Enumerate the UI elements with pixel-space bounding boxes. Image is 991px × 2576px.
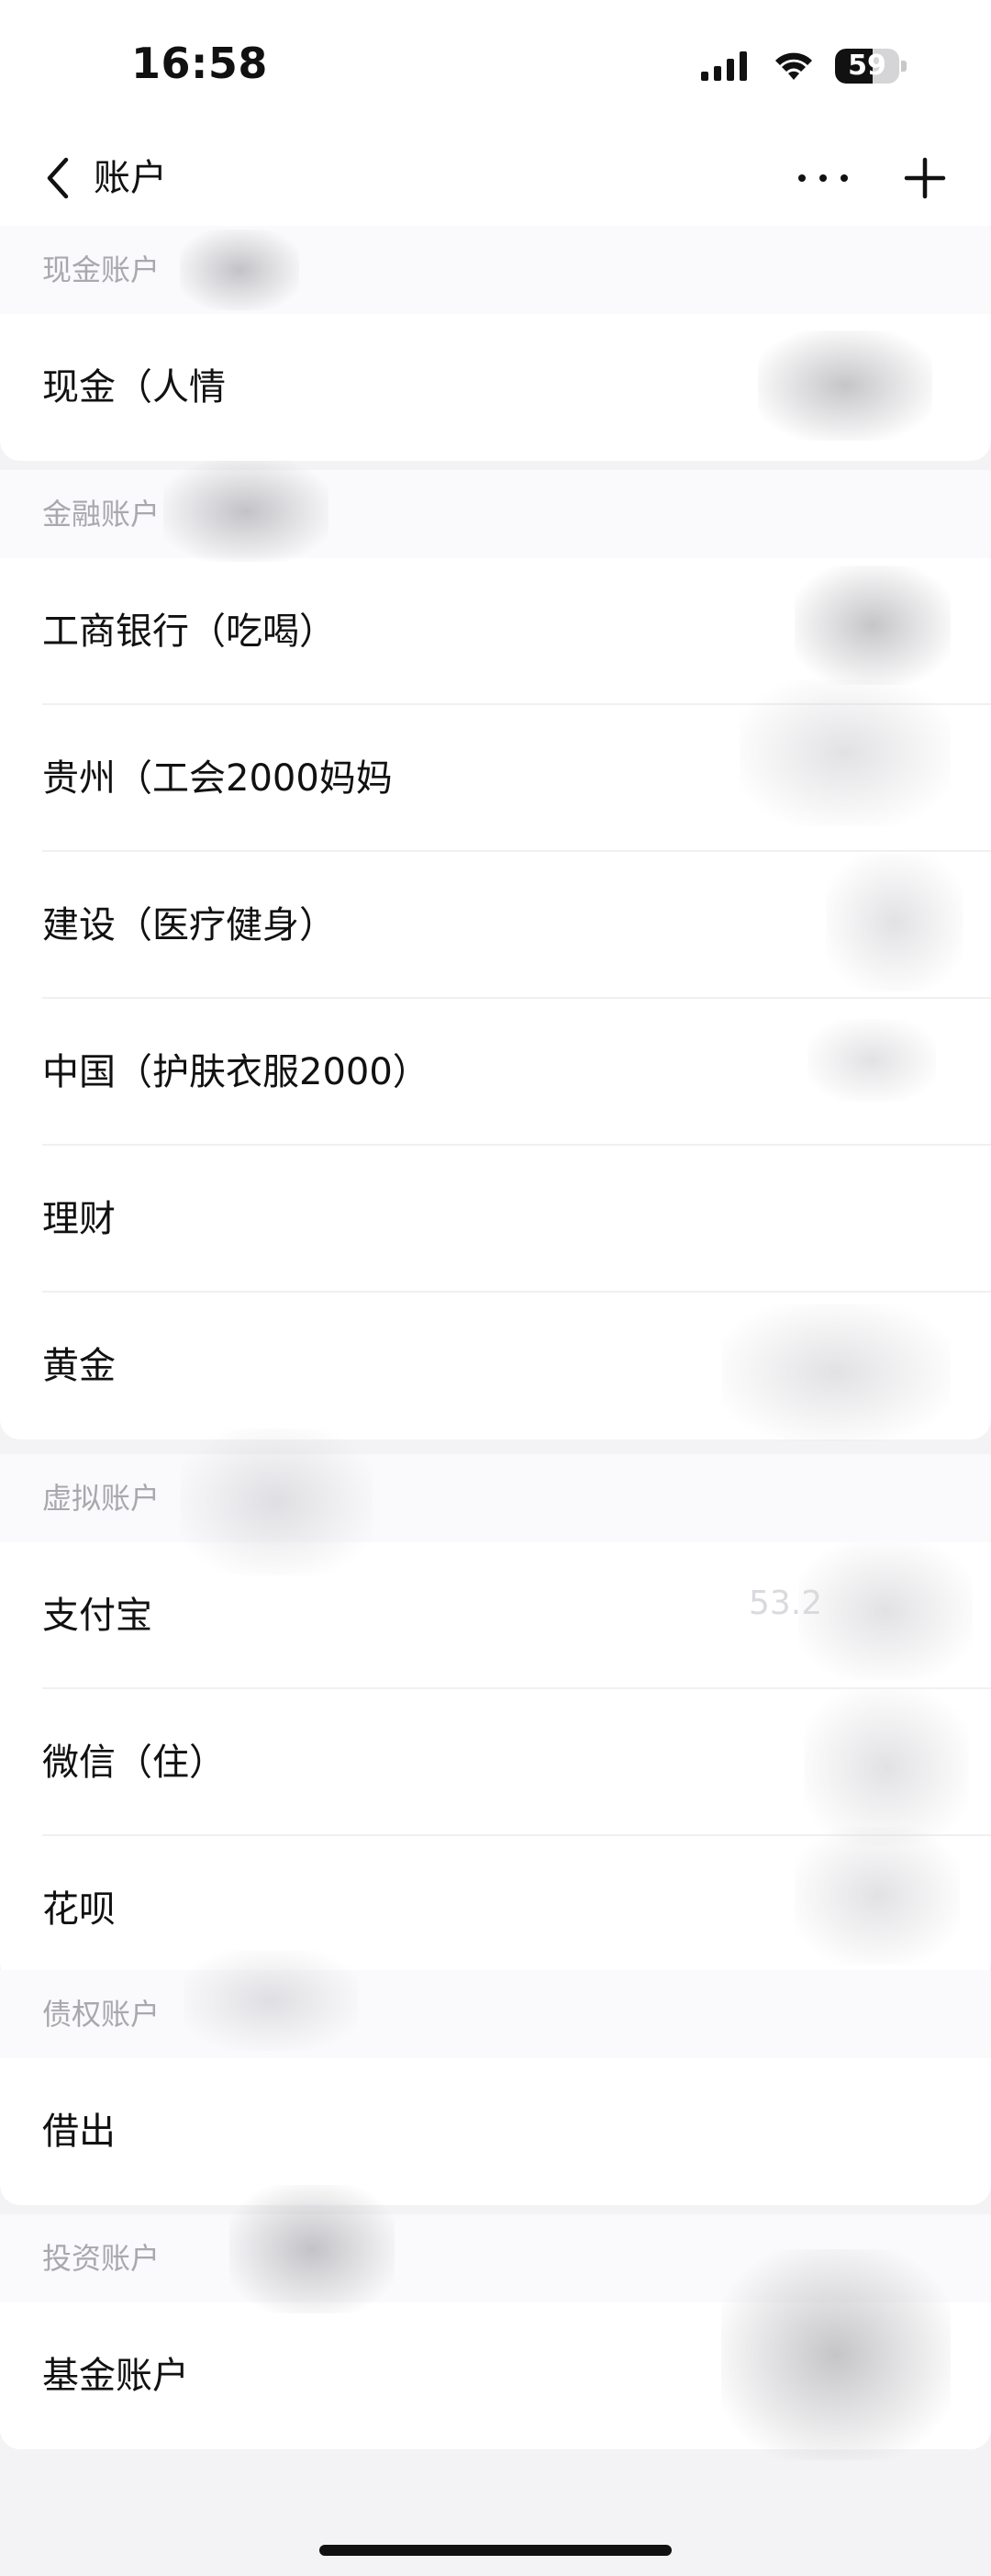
wifi-icon <box>775 52 812 80</box>
ellipsis-icon[interactable] <box>793 152 853 204</box>
account-name: 基金账户 <box>42 2355 189 2397</box>
redaction-mark <box>721 1304 951 1441</box>
redaction-mark <box>758 330 932 441</box>
status-icons: 59 <box>699 46 907 86</box>
nav-bar: 账户 <box>0 134 991 226</box>
status-bar: 16:58 59 <box>0 0 991 134</box>
redaction-mark <box>721 2249 951 2460</box>
chevron-left-icon[interactable] <box>33 151 88 206</box>
account-name: 借出 <box>42 2111 116 2153</box>
redaction-mark <box>795 566 951 685</box>
cellular-signal-icon <box>701 51 747 81</box>
section-title: 现金账户 <box>42 252 161 287</box>
section-header: 虚拟账户 <box>0 1454 991 1542</box>
status-time: 16:58 <box>131 39 268 88</box>
battery-level: 59 <box>848 50 886 82</box>
account-row[interactable]: 理财 <box>0 1146 991 1293</box>
redaction-mark <box>798 1542 973 1680</box>
page-title: 账户 <box>94 157 167 199</box>
account-name: 现金（人情 <box>42 366 226 409</box>
account-name: 贵州（工会2000妈妈 <box>42 757 393 800</box>
section-credit-accounts: 债权账户 借出 <box>0 1970 991 2205</box>
redaction-mark <box>180 230 299 310</box>
section-title: 金融账户 <box>42 497 161 532</box>
account-name: 微信（住） <box>42 1742 226 1784</box>
redaction-mark <box>229 2185 395 2313</box>
redaction-mark <box>184 1950 358 2051</box>
account-name: 黄金 <box>42 1345 116 1387</box>
redaction-mark <box>180 1428 373 1575</box>
section-title: 债权账户 <box>42 1997 161 2032</box>
redaction-mark <box>740 679 951 826</box>
account-row[interactable]: 借出 <box>0 2058 991 2205</box>
account-name: 工商银行（吃喝） <box>42 610 336 653</box>
section-title: 投资账户 <box>42 2241 161 2276</box>
section-header: 金融账户 <box>0 470 991 558</box>
section-header: 现金账户 <box>0 226 991 314</box>
redaction-mark <box>807 1019 936 1102</box>
faded-amount: 53.2 <box>749 1585 823 1622</box>
redaction-mark <box>826 854 963 991</box>
account-name: 花呗 <box>42 1888 116 1931</box>
section-title: 虚拟账户 <box>42 1481 161 1516</box>
account-name: 建设（医疗健身） <box>42 904 336 946</box>
battery-indicator: 59 <box>835 49 907 84</box>
account-name: 理财 <box>42 1198 116 1240</box>
plus-icon[interactable] <box>899 152 951 204</box>
home-indicator <box>319 2545 672 2556</box>
redaction-mark <box>804 1689 969 1845</box>
section-header: 债权账户 <box>0 1970 991 2058</box>
redaction-mark <box>163 461 328 562</box>
account-name: 中国（护肤衣服2000） <box>42 1051 429 1093</box>
account-name: 支付宝 <box>42 1595 152 1637</box>
redaction-mark <box>795 1827 960 1965</box>
